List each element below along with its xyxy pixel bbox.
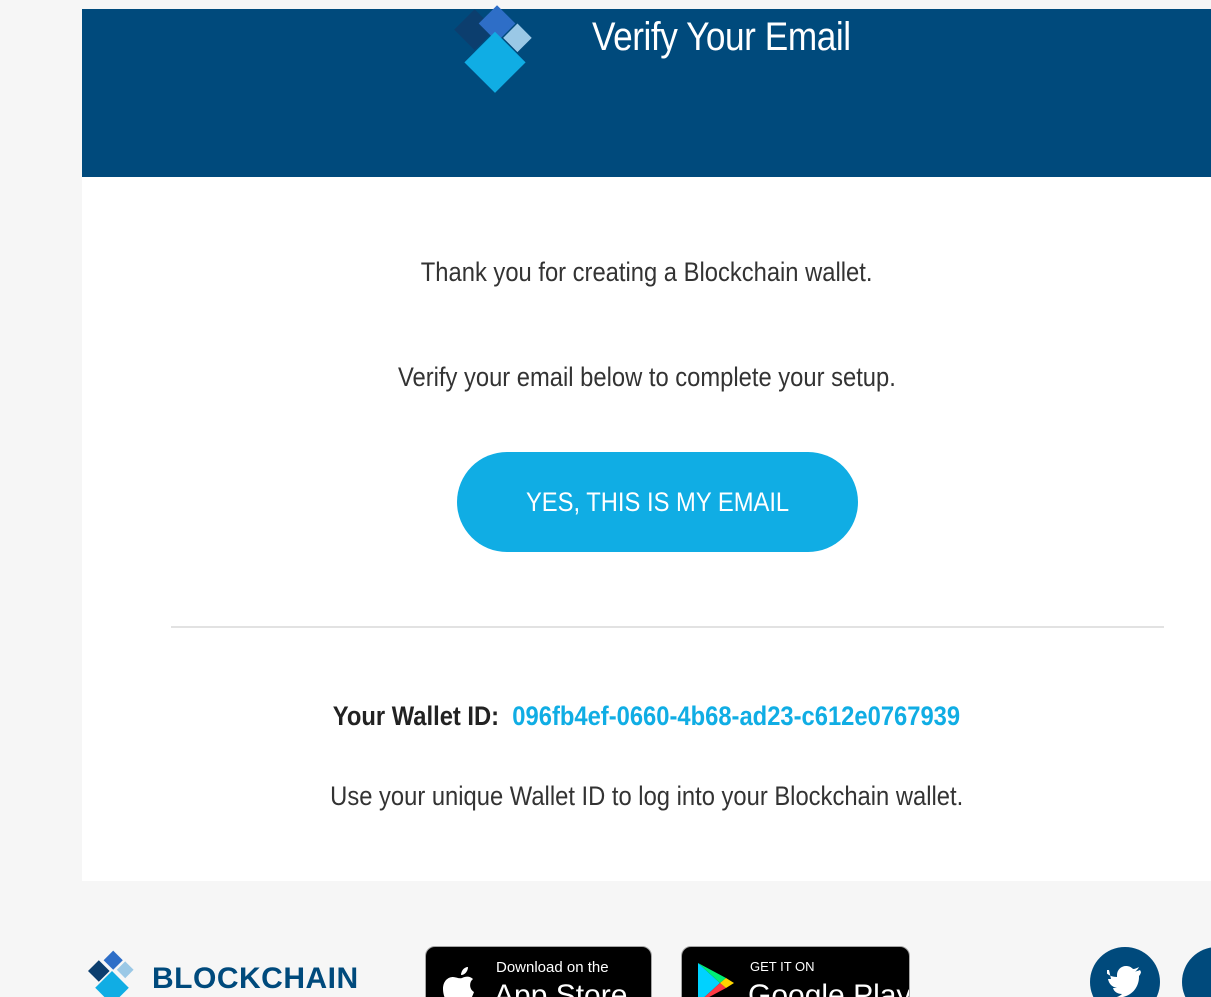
twitter-icon xyxy=(1107,966,1141,997)
page-title: Verify Your Email xyxy=(592,15,851,59)
app-store-big-text: App Store xyxy=(494,979,628,997)
google-play-small-text: GET IT ON xyxy=(750,959,815,974)
google-play-icon xyxy=(698,963,734,997)
thank-you-text-content: Thank you for creating a Blockchain wall… xyxy=(420,257,873,287)
social-button[interactable] xyxy=(1182,947,1211,997)
verify-email-button-label: YES, THIS IS MY EMAIL xyxy=(525,486,790,517)
wallet-id-label: Your Wallet ID: xyxy=(332,701,500,731)
blockchain-footer-logo-icon xyxy=(88,950,134,997)
wallet-id-hint: Use your unique Wallet ID to log into yo… xyxy=(82,781,1211,812)
google-play-big-text: Google Play xyxy=(748,979,910,997)
apple-icon xyxy=(443,967,474,997)
google-play-badge[interactable]: GET IT ON Google Play xyxy=(681,946,910,997)
email-header: Verify Your Email xyxy=(82,5,1211,177)
footer-brand-name: BLOCKCHAIN xyxy=(152,962,359,995)
email-page: Verify Your Email Thank you for creating… xyxy=(0,0,1211,997)
app-store-small-text: Download on the xyxy=(496,959,609,976)
wallet-id-row: Your Wallet ID: 096fb4ef-0660-4b68-ad23-… xyxy=(82,701,1211,732)
social-icon xyxy=(1199,965,1211,997)
instruction-text-content: Verify your email below to complete your… xyxy=(397,362,896,392)
wallet-id-text: Your Wallet ID: 096fb4ef-0660-4b68-ad23-… xyxy=(333,701,960,732)
divider xyxy=(171,626,1164,628)
instruction-text: Verify your email below to complete your… xyxy=(82,362,1211,393)
verify-email-button[interactable]: YES, THIS IS MY EMAIL xyxy=(457,452,858,552)
twitter-button[interactable] xyxy=(1090,947,1160,997)
wallet-id-hint-content: Use your unique Wallet ID to log into yo… xyxy=(329,781,964,811)
thank-you-text: Thank you for creating a Blockchain wall… xyxy=(82,257,1211,288)
email-card: Thank you for creating a Blockchain wall… xyxy=(82,177,1211,881)
blockchain-logo-icon xyxy=(454,5,532,93)
wallet-id-link[interactable]: 096fb4ef-0660-4b68-ad23-c612e0767939 xyxy=(512,701,960,731)
app-store-badge[interactable]: Download on the App Store xyxy=(425,946,652,997)
